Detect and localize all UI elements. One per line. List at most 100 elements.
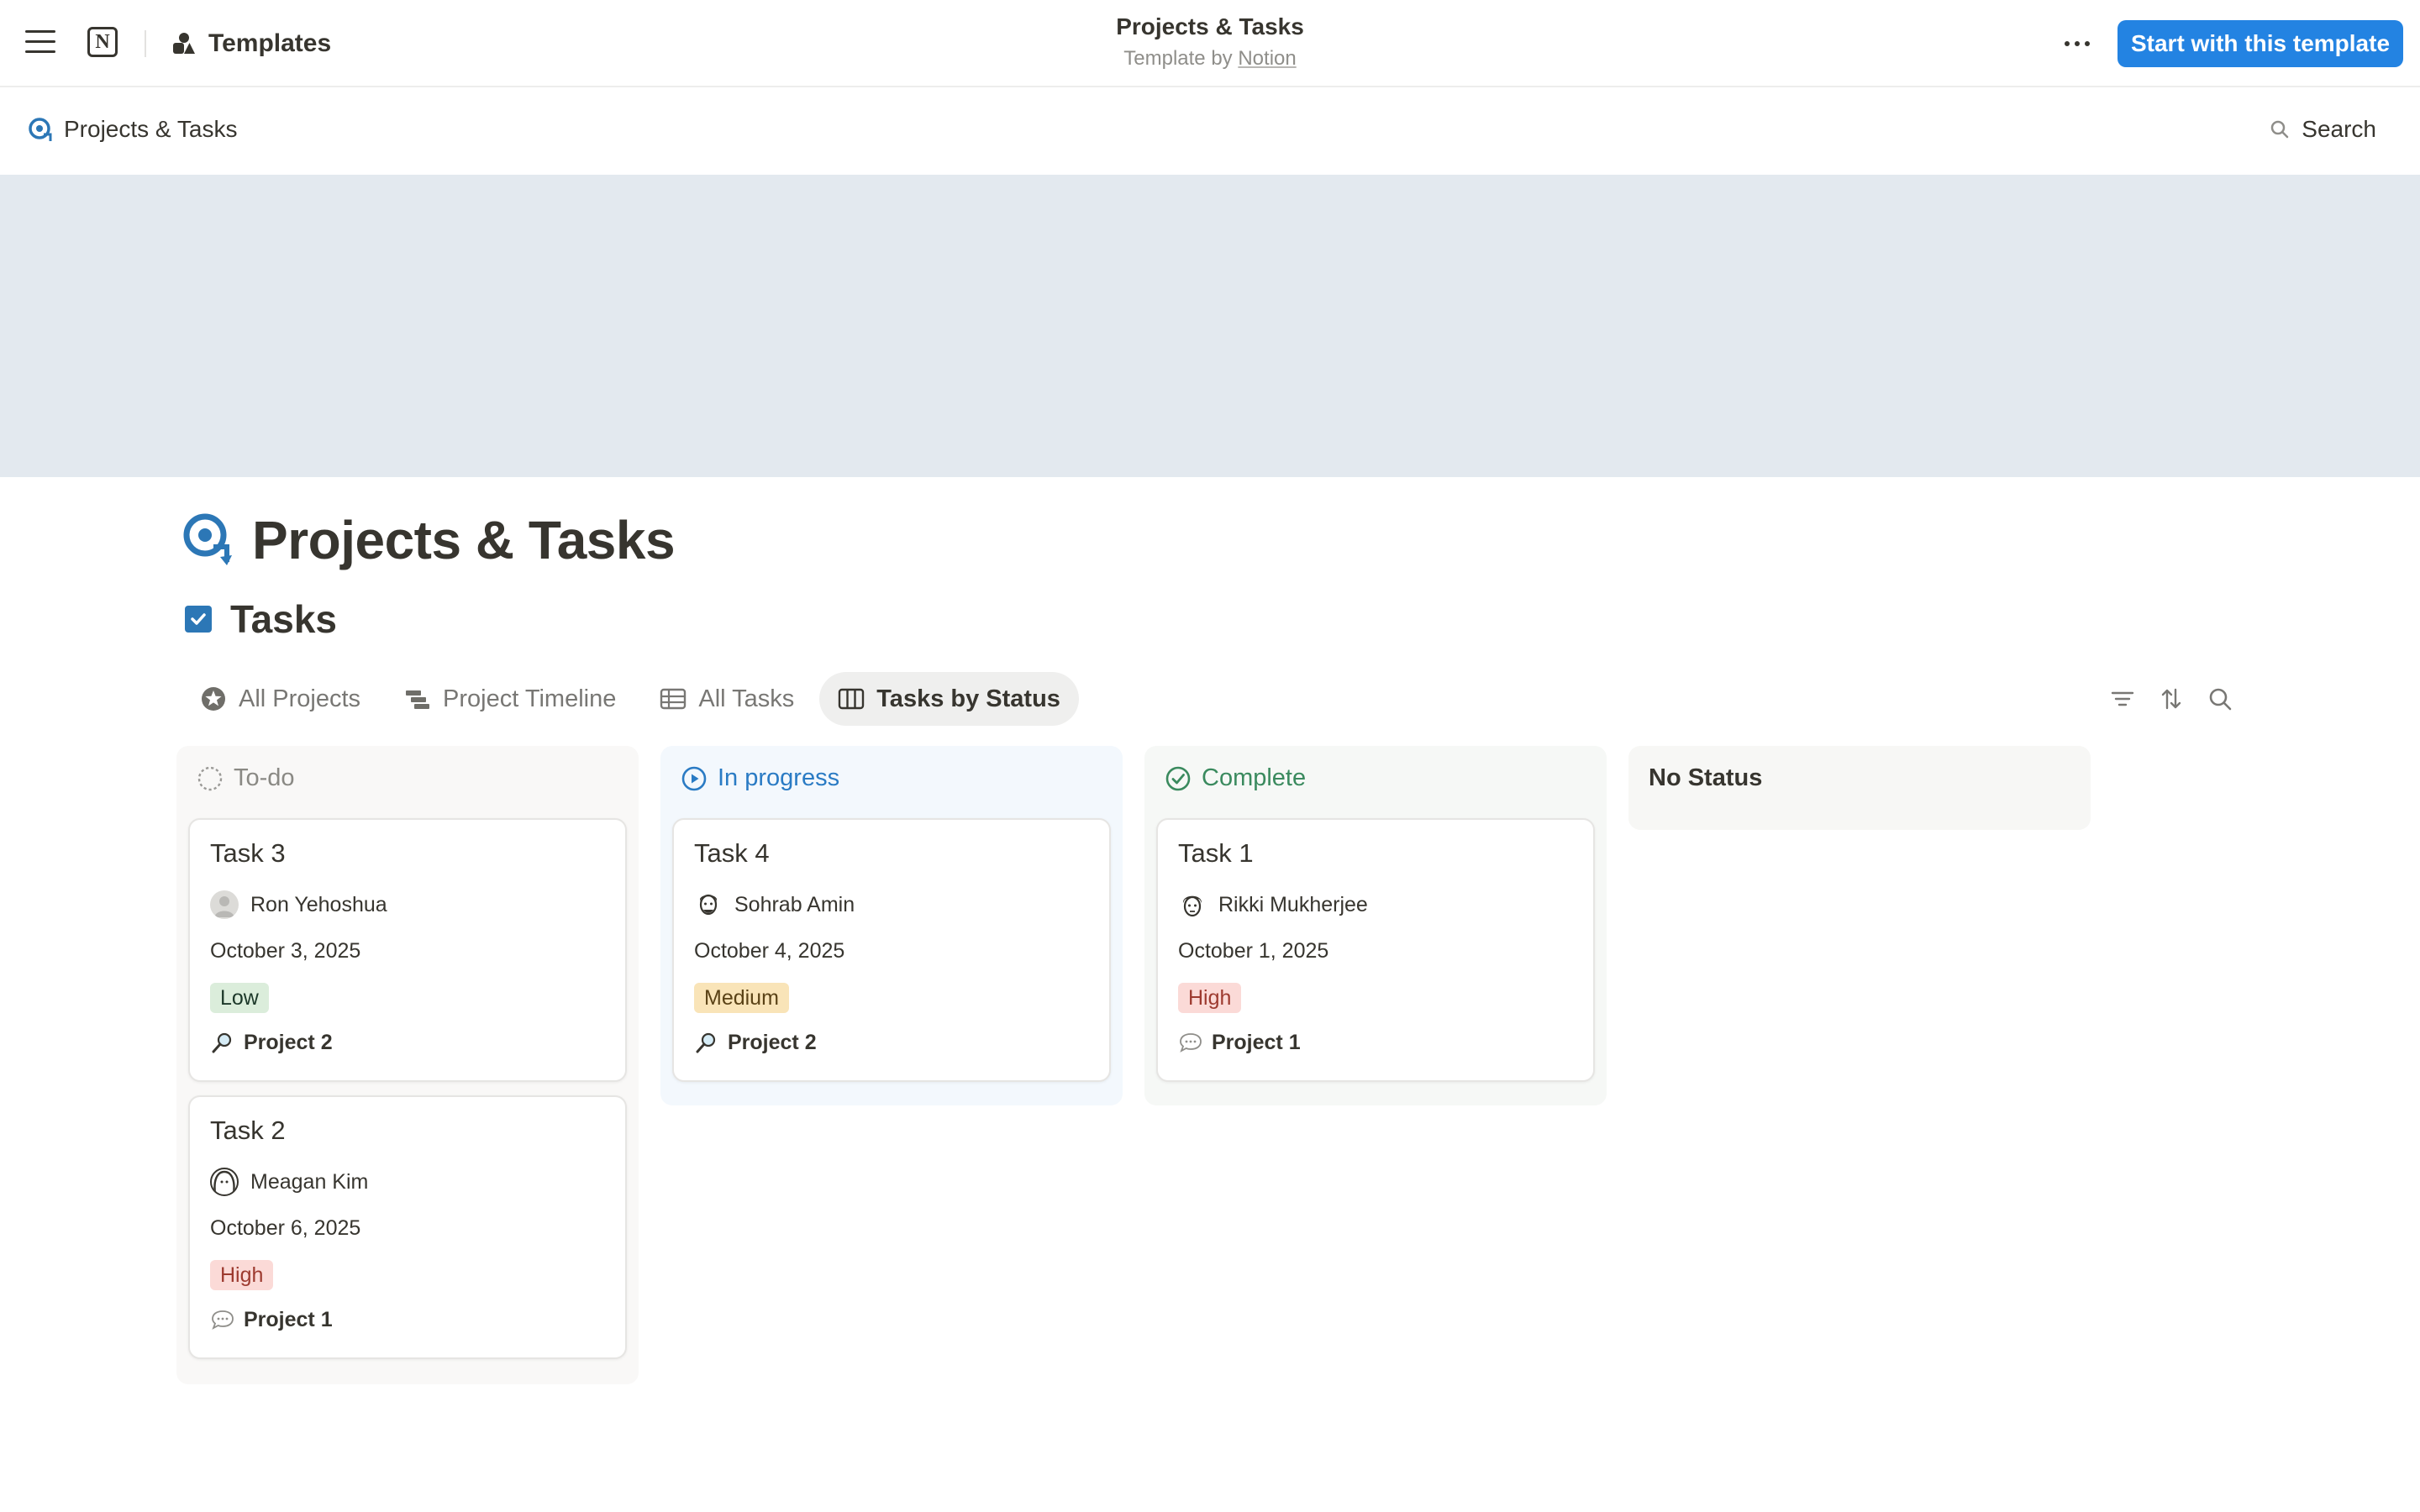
check-circle-icon — [1165, 766, 1191, 790]
checkbox-icon — [185, 606, 212, 633]
assignee-name: Rikki Mukherjee — [1218, 892, 1368, 916]
magnifier-icon — [210, 1030, 235, 1055]
column-label: No Status — [1649, 764, 1763, 791]
filter-icon[interactable] — [2109, 685, 2136, 712]
templates-label: Templates — [208, 29, 332, 57]
speech-bubble-icon — [210, 1307, 235, 1332]
tab-tasks-by-status[interactable]: Tasks by Status — [819, 672, 1079, 726]
card-date: October 4, 2025 — [694, 939, 845, 963]
column-header[interactable]: No Status — [1649, 764, 1762, 792]
dashed-circle-icon — [197, 766, 223, 790]
task-card[interactable]: Task 3 Ron Yehoshua October 3, 2025 Low … — [188, 818, 627, 1082]
project-name: Project 2 — [244, 1030, 333, 1054]
card-title: Task 4 — [694, 838, 770, 868]
card-date: October 3, 2025 — [210, 939, 361, 963]
timeline-icon — [406, 690, 430, 709]
template-title: Projects & Tasks — [1116, 13, 1304, 39]
card-date: October 1, 2025 — [1178, 939, 1329, 963]
tab-project-timeline[interactable]: Project Timeline — [386, 672, 634, 726]
avatar — [210, 890, 239, 919]
priority-tag: Low — [210, 983, 269, 1013]
card-title: Task 3 — [210, 838, 286, 868]
tab-label: Tasks by Status — [876, 685, 1060, 712]
task-card[interactable]: Task 4 Sohrab Amin October 4, 2025 Mediu… — [672, 818, 1111, 1082]
project-name: Project 1 — [244, 1307, 333, 1331]
projects-target-icon — [183, 513, 232, 565]
tab-label: All Projects — [239, 685, 361, 712]
card-assignee: Rikki Mukherjee — [1178, 890, 1368, 919]
sort-icon[interactable] — [2158, 685, 2185, 712]
byline-prefix: Template by — [1123, 47, 1239, 70]
play-circle-icon — [681, 766, 707, 790]
priority-tag: High — [210, 1260, 274, 1290]
search-icon[interactable] — [2207, 685, 2233, 712]
card-project[interactable]: Project 2 — [210, 1030, 333, 1055]
card-assignee: Sohrab Amin — [694, 890, 855, 919]
notion-logo-icon[interactable]: N — [87, 27, 118, 57]
board-column-in-progress: In progress Task 4 Sohrab Amin October 4… — [660, 746, 1123, 1105]
card-date: October 6, 2025 — [210, 1216, 361, 1240]
templates-link[interactable]: Templates — [171, 25, 331, 62]
table-icon — [660, 688, 687, 710]
task-card[interactable]: Task 2 Meagan Kim October 6, 2025 High P… — [188, 1095, 627, 1359]
magnifier-icon — [694, 1030, 719, 1055]
card-project[interactable]: Project 2 — [694, 1030, 817, 1055]
board-icon — [839, 688, 865, 710]
column-label: To-do — [234, 764, 295, 791]
column-label: Complete — [1202, 764, 1307, 791]
template-title-block: Projects & Tasks Template by Notion — [958, 13, 1462, 71]
column-header[interactable]: In progress — [681, 764, 839, 792]
divider — [145, 30, 146, 57]
project-name: Project 1 — [1212, 1030, 1301, 1054]
start-with-template-button[interactable]: Start with this template — [2118, 20, 2403, 67]
breadcrumb-page: Projects & Tasks — [64, 116, 238, 142]
assignee-name: Ron Yehoshua — [250, 892, 387, 916]
project-name: Project 2 — [728, 1030, 817, 1054]
board-column-no-status: No Status — [1628, 746, 2091, 830]
board-column-complete: Complete Task 1 Rikki Mukherjee October … — [1144, 746, 1607, 1105]
tab-label: Project Timeline — [443, 685, 617, 712]
assignee-name: Meagan Kim — [250, 1169, 369, 1194]
assignee-name: Sohrab Amin — [734, 892, 855, 916]
search-label: Search — [2302, 116, 2376, 142]
card-assignee: Ron Yehoshua — [210, 890, 387, 919]
priority-tag: High — [1178, 983, 1242, 1013]
avatar — [694, 890, 723, 919]
speech-bubble-icon — [1178, 1030, 1203, 1055]
author-link[interactable]: Notion — [1238, 47, 1296, 70]
priority-tag: Medium — [694, 983, 789, 1013]
card-title: Task 2 — [210, 1116, 286, 1145]
database-title-text[interactable]: Tasks — [230, 596, 337, 642]
card-assignee: Meagan Kim — [210, 1168, 368, 1196]
column-header[interactable]: To-do — [197, 764, 295, 792]
search-icon — [2271, 120, 2289, 139]
column-header[interactable]: Complete — [1165, 764, 1306, 792]
avatar — [1178, 890, 1207, 919]
cover-image — [0, 175, 2420, 477]
breadcrumb[interactable]: Projects & Tasks — [27, 116, 237, 143]
top-bar: N Templates Projects & Tasks Template by… — [0, 0, 2420, 87]
projects-target-icon — [29, 118, 52, 141]
tab-all-projects[interactable]: All Projects — [182, 672, 379, 726]
task-card[interactable]: Task 1 Rikki Mukherjee October 1, 2025 H… — [1156, 818, 1595, 1082]
tab-all-tasks[interactable]: All Tasks — [641, 672, 813, 726]
template-byline: Template by Notion — [958, 47, 1462, 71]
templates-icon — [171, 31, 197, 56]
card-project[interactable]: Project 1 — [210, 1307, 333, 1332]
page-title: Projects & Tasks — [180, 509, 676, 571]
menu-icon[interactable] — [25, 30, 55, 55]
page-title-text[interactable]: Projects & Tasks — [252, 509, 676, 571]
avatar — [210, 1168, 239, 1196]
view-tabs: All Projects Project Timeline All Tasks … — [182, 672, 1079, 726]
column-label: In progress — [718, 764, 840, 791]
card-project[interactable]: Project 1 — [1178, 1030, 1301, 1055]
view-toolbar — [2109, 685, 2233, 712]
tab-label: All Tasks — [698, 685, 795, 712]
more-options-icon[interactable] — [2057, 25, 2097, 62]
star-circle-icon — [202, 687, 225, 711]
board-column-todo: To-do Task 3 Ron Yehoshua October 3, 202… — [176, 746, 639, 1384]
card-title: Task 1 — [1178, 838, 1254, 868]
breadcrumb-bar: Projects & Tasks Search — [0, 89, 2420, 175]
database-title: Tasks — [185, 596, 337, 642]
search-button[interactable]: Search — [2270, 116, 2376, 143]
